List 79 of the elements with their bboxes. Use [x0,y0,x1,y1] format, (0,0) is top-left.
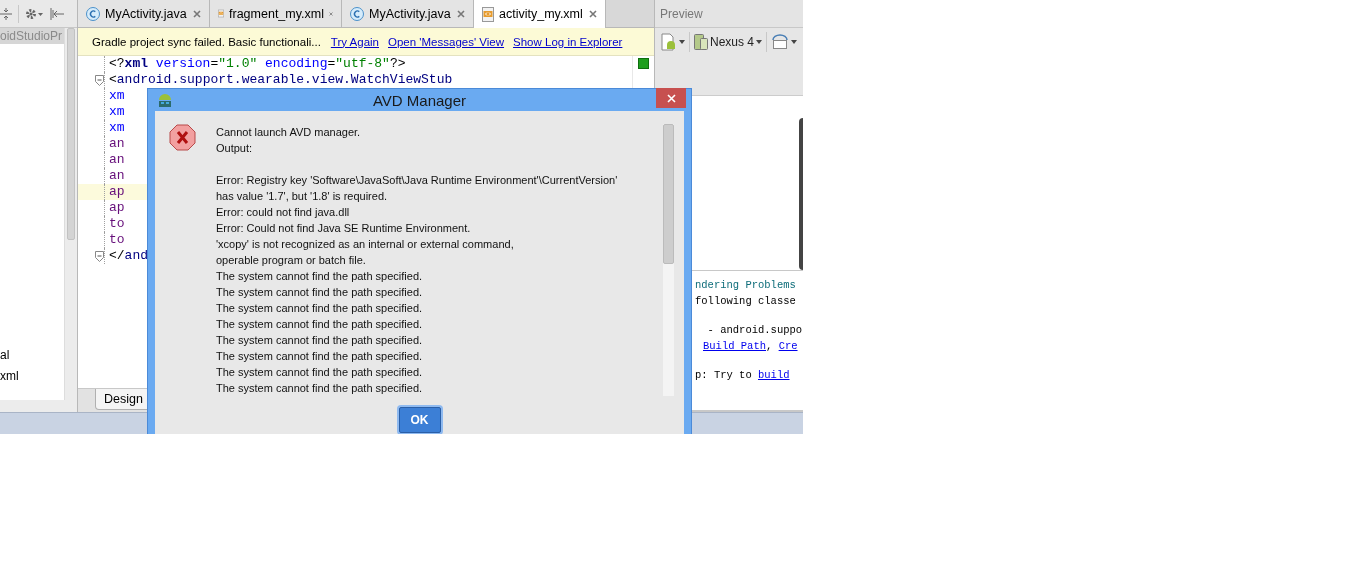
output-line: The system cannot find the path specified. [216,317,424,332]
tab-label: MyActivity.java [369,6,452,21]
output-line: The system cannot find the path specified. [216,269,424,284]
code-line: an [108,168,125,184]
tab-label: fragment_my.xml [229,6,324,21]
dialog-message: Cannot launch AVD manager. [216,125,362,140]
code-line: an [108,152,125,168]
class-icon [350,6,364,21]
output-line: The system cannot find the path specified. [216,365,424,380]
code-line: xm [108,104,125,120]
collapse-icon[interactable] [0,7,12,20]
fold-icon[interactable] [95,250,104,262]
close-icon[interactable] [589,10,597,18]
code-line: xm [108,88,125,104]
output-line: Error: could not find java.dll [216,205,351,220]
close-icon [666,93,676,103]
dialog-title: AVD Manager [371,91,468,109]
render-message: p: Try to build [695,368,791,383]
output-line: Error: Could not find Java SE Runtime Environment. [216,221,472,236]
output-line: 'xcopy' is not recognized as an internal or external command, [216,237,515,252]
xml-file-icon [218,6,225,21]
output-line: The system cannot find the path specified. [216,381,424,396]
tree-item[interactable]: al [0,347,64,363]
close-icon[interactable] [457,9,465,18]
xml-file-icon [482,6,494,22]
android-file-icon [661,33,677,51]
dialog-message: Output: [216,141,254,156]
output-line: Error: Registry key 'Software\JavaSoft\Java Runtime Environment'\CurrentVersion' [216,173,619,188]
orientation-button[interactable] [771,34,798,50]
output-line: The system cannot find the path specified. [216,333,424,348]
banner-link[interactable]: Try Again [330,35,379,48]
scrollbar[interactable] [663,124,674,396]
android-icon [157,92,173,108]
editor-tab[interactable]: activity_my.xml [474,0,606,28]
banner-message: Gradle project sync failed. Basic functionali... [92,35,321,48]
tab-label: MyActivity.java [105,6,188,21]
fold-icon[interactable] [95,74,104,86]
editor-tab[interactable]: MyActivity.java [78,0,210,27]
class-icon [86,6,100,21]
output-line: The system cannot find the path specified. [216,349,424,364]
ok-button[interactable]: OK [398,407,441,433]
output-line: The system cannot find the path specified. [216,301,424,316]
render-message: Build Path, Cre [703,339,799,354]
editor-tab[interactable]: fragment_my.xml [210,0,342,27]
code-line: </and [108,248,148,264]
layout-button[interactable] [661,33,685,51]
code-line: an [108,136,125,152]
code-line: to [108,216,125,232]
code-line: xm [108,120,125,136]
banner-link[interactable]: Open 'Messages' View [388,35,505,48]
phone-icon [694,34,708,50]
tab-label: activity_my.xml [499,7,584,21]
code-line: ap [108,184,125,200]
render-message: ndering Problems [695,278,797,293]
device-dropdown[interactable]: Nexus 4 [694,34,763,50]
render-message: - android.suppo [706,323,803,338]
banner-link[interactable]: Show Log in Explorer [513,35,623,48]
editor-tab[interactable]: MyActivity.java [342,0,474,27]
close-icon[interactable] [328,9,333,18]
output-line: has value '1.7', but '1.8' is required. [216,189,389,204]
scrollbar[interactable] [64,28,77,400]
settings-icon[interactable] [25,7,44,20]
code-line: ap [108,200,125,216]
code-line: <?xml version="1.0" encoding="utf-8"?> [108,56,406,72]
output-line: The system cannot find the path specified. [216,285,424,300]
output-line: operable program or batch file. [216,253,367,268]
code-line: to [108,232,125,248]
hide-panel-icon[interactable] [50,7,64,20]
rotate-icon [771,34,790,50]
caret-icon [791,40,798,44]
close-icon[interactable] [193,9,201,18]
caret-icon [679,40,685,44]
caret-icon [756,40,763,44]
close-button[interactable] [656,88,686,108]
render-message: following classe [695,294,797,309]
code-line: <android.support.wearable.view.WatchViewStub [108,72,453,88]
tree-item[interactable]: xml [0,368,64,384]
status-indicator [638,58,649,69]
error-icon [169,124,196,151]
